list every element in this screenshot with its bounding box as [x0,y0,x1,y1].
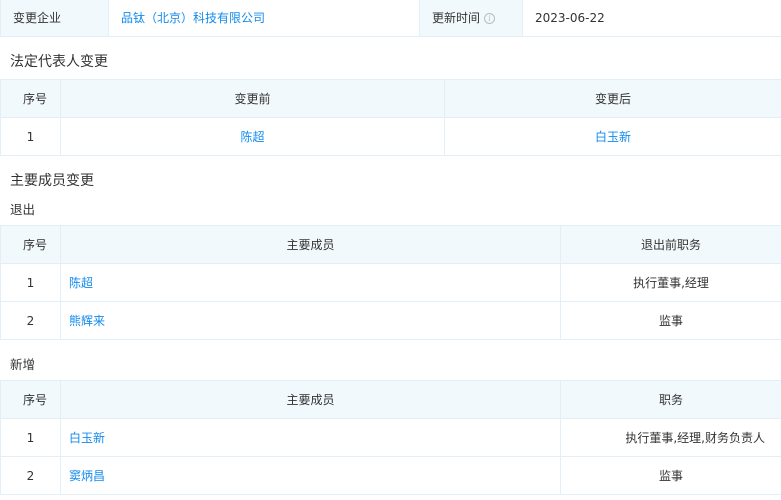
person-link[interactable]: 陈超 [240,130,264,144]
member-cell: 陈超 [60,263,561,302]
table-row: 1 白玉新 执行董事,经理,财务负责人 [0,418,781,457]
person-link[interactable]: 熊辉来 [69,314,105,328]
update-time-label: 更新时间 [432,11,481,26]
company-label: 变更企业 [0,0,109,37]
legal-rep-title: 法定代表人变更 [10,54,108,70]
person-link[interactable]: 窦炳昌 [69,469,105,483]
member-cell: 窦炳昌 [60,456,561,495]
position-cell: 监事 [560,456,781,495]
exit-header-row: 序号 主要成员 退出前职务 [0,225,781,264]
seq-cell: 1 [0,117,61,156]
seq-header: 序号 [0,79,61,118]
table-row: 1 陈超 执行董事,经理 [0,263,781,302]
update-time-label-cell: 更新时间 i [419,0,523,37]
member-header: 主要成员 [60,380,561,419]
exit-subtitle: 退出 [10,202,36,217]
seq-cell: 2 [0,301,61,340]
person-link[interactable]: 白玉新 [595,130,631,144]
change-info-table: 变更企业 品钛（北京）科技有限公司 更新时间 i 2023-06-22 [0,0,781,37]
change-info-row: 变更企业 品钛（北京）科技有限公司 更新时间 i 2023-06-22 [0,0,781,37]
update-time-value: 2023-06-22 [522,0,781,37]
added-table: 序号 主要成员 职务 1 白玉新 执行董事,经理,财务负责人 2 窦炳昌 监事 [0,380,781,495]
seq-cell: 1 [0,263,61,302]
seq-header: 序号 [0,380,61,419]
member-cell: 白玉新 [60,418,561,457]
position-header: 职务 [560,380,781,419]
info-icon[interactable]: i [484,13,496,25]
members-title: 主要成员变更 [10,173,94,189]
seq-cell: 2 [0,456,61,495]
member-header: 主要成员 [60,225,561,264]
company-cell: 品钛（北京）科技有限公司 [108,0,420,37]
before-header: 变更前 [60,79,445,118]
exit-table: 序号 主要成员 退出前职务 1 陈超 执行董事,经理 2 熊辉来 监事 [0,225,781,340]
member-cell: 熊辉来 [60,301,561,340]
table-row: 2 熊辉来 监事 [0,301,781,340]
position-cell: 执行董事,经理 [560,263,781,302]
position-cell: 监事 [560,301,781,340]
added-header-row: 序号 主要成员 职务 [0,380,781,419]
position-header: 退出前职务 [560,225,781,264]
company-link[interactable]: 品钛（北京）科技有限公司 [121,11,265,25]
person-link[interactable]: 白玉新 [69,431,105,445]
before-cell: 陈超 [60,117,445,156]
position-cell: 执行董事,经理,财务负责人 [560,418,781,457]
added-subtitle: 新增 [10,357,36,372]
person-link[interactable]: 陈超 [69,276,93,290]
after-cell: 白玉新 [444,117,781,156]
after-header: 变更后 [444,79,781,118]
seq-cell: 1 [0,418,61,457]
table-row: 2 窦炳昌 监事 [0,456,781,495]
legal-rep-header-row: 序号 变更前 变更后 [0,79,781,118]
seq-header: 序号 [0,225,61,264]
table-row: 1 陈超 白玉新 [0,117,781,156]
change-record-page: 变更企业 品钛（北京）科技有限公司 更新时间 i 2023-06-22 法定代表人… [0,0,781,500]
legal-rep-table: 序号 变更前 变更后 1 陈超 白玉新 [0,79,781,156]
